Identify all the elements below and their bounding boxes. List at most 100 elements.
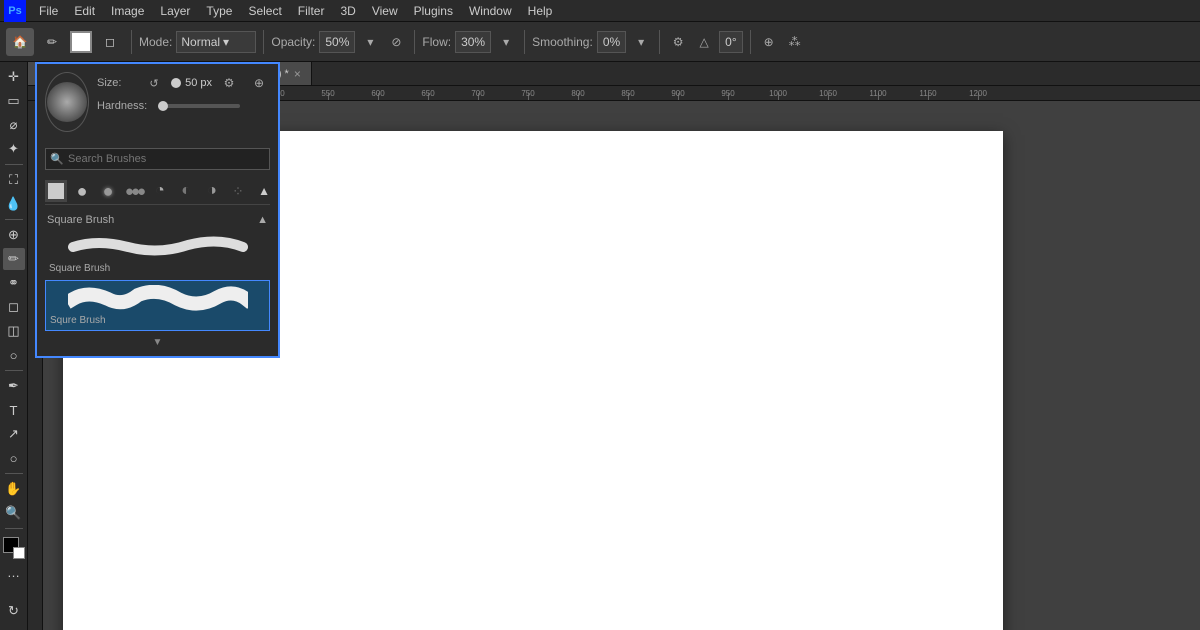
background-color[interactable] — [13, 547, 25, 559]
angle-icon[interactable]: △ — [693, 31, 715, 53]
color-swatches[interactable] — [3, 537, 25, 559]
brush-type-scatter-icon[interactable]: ⁘ — [227, 180, 249, 202]
brush-group-name: Square Brush — [47, 214, 114, 226]
smoothing-value[interactable]: 0% — [597, 31, 626, 53]
flow-value[interactable]: 30% — [455, 31, 491, 53]
hand-tool[interactable]: ✋ — [3, 478, 25, 500]
brush-list: Square Brush ▲ Square Brush Squre Brush — [45, 211, 270, 333]
more-tools[interactable]: … — [3, 561, 25, 583]
eyedropper-tool[interactable]: 💧 — [3, 193, 25, 215]
search-brushes-input[interactable] — [45, 148, 270, 170]
brush-type-4-icon[interactable]: ◔ — [149, 180, 171, 202]
separator-4 — [524, 30, 525, 54]
tab-close-button[interactable]: × — [294, 67, 301, 81]
zoom-tool[interactable]: 🔍 — [3, 502, 25, 524]
select-rect-tool[interactable]: ▭ — [3, 90, 25, 112]
size-settings-icon[interactable]: ⚙ — [218, 72, 240, 94]
search-brushes-wrap: 🔍 — [45, 148, 270, 170]
extra-icon[interactable]: ⁂ — [784, 31, 806, 53]
size-value: 50 px — [177, 77, 212, 89]
menu-select[interactable]: Select — [241, 2, 288, 20]
menu-view[interactable]: View — [365, 2, 405, 20]
opacity-label: Opacity: — [271, 35, 315, 49]
add-brush-icon[interactable]: ⊕ — [248, 72, 270, 94]
text-tool[interactable]: T — [3, 399, 25, 421]
separator-5 — [659, 30, 660, 54]
brush-color-swatch[interactable] — [70, 31, 92, 53]
smoothing-label: Smoothing: — [532, 35, 593, 49]
brush-type-round-icon[interactable]: ● — [71, 180, 93, 202]
size-control: Size: ↺ 50 px ⚙ — [97, 72, 240, 94]
tool-divider-4 — [5, 473, 23, 474]
brush-group-square[interactable]: Square Brush ▲ — [45, 211, 270, 229]
smoothing-chevron-icon[interactable]: ▾ — [630, 31, 652, 53]
rotate-view-tool[interactable]: ↻ — [3, 600, 25, 622]
tool-divider-5 — [5, 528, 23, 529]
size-reset-icon[interactable]: ↺ — [143, 72, 165, 94]
brush-tool-button[interactable]: ✏ — [38, 28, 66, 56]
flow-chevron-icon[interactable]: ▾ — [495, 31, 517, 53]
brush-type-square-icon[interactable] — [45, 180, 67, 202]
menu-help[interactable]: Help — [521, 2, 560, 20]
brush-tool[interactable]: ✏ — [3, 248, 25, 270]
brush-group-collapse-icon[interactable]: ▲ — [257, 214, 268, 226]
eraser-tool[interactable]: ◻ — [3, 296, 25, 318]
lasso-tool[interactable]: ⌀ — [3, 114, 25, 136]
pen-tool[interactable]: ✒ — [3, 375, 25, 397]
mode-dropdown[interactable]: Normal ▾ — [176, 31, 256, 53]
brush-item-1[interactable]: Square Brush — [45, 229, 270, 278]
brush-type-soft-icon[interactable]: ● — [97, 180, 119, 202]
hardness-slider[interactable] — [158, 104, 240, 108]
home-button[interactable]: 🏠 — [6, 28, 34, 56]
size-thumb[interactable] — [171, 78, 181, 88]
crop-tool[interactable]: ⛶ — [3, 169, 25, 191]
clone-tool[interactable]: ⚭ — [3, 272, 25, 294]
brush-type-6-icon[interactable]: ◑ — [201, 180, 223, 202]
menu-filter[interactable]: Filter — [291, 2, 332, 20]
separator-3 — [414, 30, 415, 54]
menu-file[interactable]: File — [32, 2, 65, 20]
menu-type[interactable]: Type — [199, 2, 239, 20]
brush-item-2[interactable]: Squre Brush — [45, 280, 270, 331]
dodge-tool[interactable]: ○ — [3, 344, 25, 366]
menu-plugins[interactable]: Plugins — [407, 2, 460, 20]
pressure-opacity-icon[interactable]: ⊘ — [385, 31, 407, 53]
opacity-value[interactable]: 50% — [319, 31, 355, 53]
menu-3d[interactable]: 3D — [333, 2, 362, 20]
angle-value[interactable]: 0° — [719, 31, 742, 53]
brush-type-3-icon[interactable]: ●●● — [123, 180, 145, 202]
scroll-down-button[interactable]: ▼ — [153, 337, 163, 348]
flow-label: Flow: — [422, 35, 451, 49]
separator-1 — [131, 30, 132, 54]
symmetry-icon[interactable]: ⊕ — [758, 31, 780, 53]
move-tool[interactable]: ✛ — [3, 66, 25, 88]
hardness-control: Hardness: — [97, 100, 240, 112]
brush-type-icons: ● ● ●●● ◔ ◐ ◑ ⁘ ▲ — [45, 178, 270, 205]
menu-image[interactable]: Image — [104, 2, 151, 20]
separator-2 — [263, 30, 264, 54]
spot-heal-tool[interactable]: ⊕ — [3, 224, 25, 246]
hardness-label: Hardness: — [97, 100, 152, 112]
hardness-thumb[interactable] — [158, 101, 168, 111]
tool-divider-1 — [5, 164, 23, 165]
gradient-tool[interactable]: ◫ — [3, 320, 25, 342]
brush-type-5-icon[interactable]: ◐ — [175, 180, 197, 202]
brush-preview — [45, 72, 89, 132]
left-tools-panel: ✛ ▭ ⌀ ✦ ⛶ 💧 ⊕ ✏ ⚭ ◻ ◫ ○ ✒ T ↗ ○ ✋ 🔍 … ↻ — [0, 62, 28, 630]
path-select-tool[interactable]: ↗ — [3, 423, 25, 445]
settings-icon[interactable]: ⚙ — [667, 31, 689, 53]
menu-window[interactable]: Window — [462, 2, 519, 20]
menu-layer[interactable]: Layer — [153, 2, 197, 20]
magic-wand-tool[interactable]: ✦ — [3, 138, 25, 160]
brush-stroke-1 — [49, 233, 266, 261]
brush-name-2: Squre Brush — [50, 315, 265, 326]
opacity-chevron-icon[interactable]: ▾ — [359, 31, 381, 53]
erase-mode-button[interactable]: ◻ — [96, 28, 124, 56]
shape-tool[interactable]: ○ — [3, 447, 25, 469]
scroll-up-top[interactable]: ▲ — [258, 184, 270, 198]
brush-panel: Size: ↺ 50 px ⚙ Hardness: ⊕ 🔍 — [35, 62, 280, 358]
square-icon — [48, 183, 64, 199]
menu-edit[interactable]: Edit — [67, 2, 102, 20]
brush-scroll-indicator: ▼ — [45, 337, 270, 348]
brush-name-1: Square Brush — [49, 263, 266, 274]
